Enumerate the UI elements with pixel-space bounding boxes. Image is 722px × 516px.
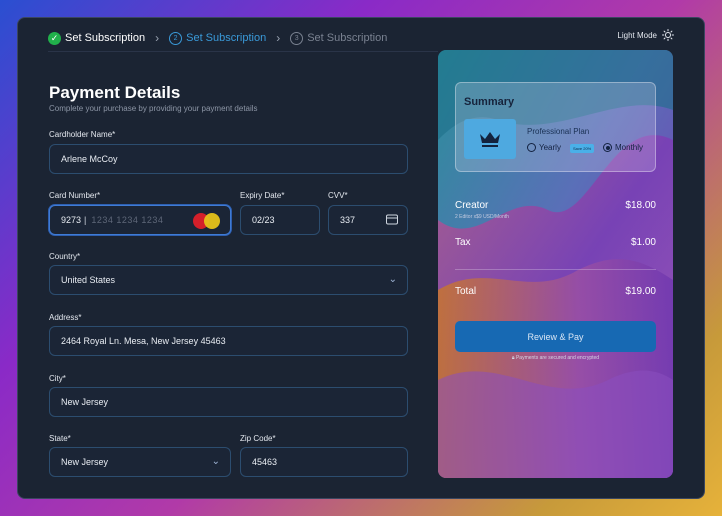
credit-card-icon bbox=[386, 214, 398, 225]
step-3-number: 3 bbox=[290, 31, 304, 45]
step-1-label: Set Subscription bbox=[65, 32, 146, 44]
city-label: City* bbox=[49, 374, 66, 383]
monthly-option[interactable]: Monthly bbox=[603, 143, 643, 152]
cardholder-input[interactable]: Arlene McCoy bbox=[49, 144, 408, 174]
chevron-right-icon: › bbox=[155, 31, 160, 45]
summary-title: Summary bbox=[464, 96, 515, 108]
checkout-window: ✓ Set Subscription › 2 Set Subscription … bbox=[17, 17, 705, 499]
tax-label: Tax bbox=[455, 237, 471, 248]
step-1[interactable]: ✓ Set Subscription bbox=[48, 31, 146, 45]
stepper: ✓ Set Subscription › 2 Set Subscription … bbox=[48, 27, 387, 49]
state-select[interactable]: New Jersey ⌄ bbox=[49, 447, 231, 477]
secure-note: 🔒︎ Payments are secured and encrypted bbox=[438, 355, 673, 361]
zip-label: Zip Code* bbox=[240, 434, 276, 443]
step-2-label: Set Subscription bbox=[186, 32, 267, 44]
card-number-input[interactable]: 9273 | 1234 1234 1234 bbox=[49, 205, 231, 235]
secure-note-text: Payments are secured and encrypted bbox=[515, 355, 600, 361]
cardholder-label: Cardholder Name* bbox=[49, 130, 116, 139]
step-2-number: 2 bbox=[169, 31, 183, 45]
step-3-label: Set Subscription bbox=[307, 32, 388, 44]
step-3[interactable]: 3 Set Subscription bbox=[290, 31, 388, 45]
summary-divider bbox=[455, 269, 656, 270]
state-label: State* bbox=[49, 434, 71, 443]
creator-label: Creator bbox=[455, 200, 489, 211]
summary-card: Summary Professional Plan Yearly Save 20… bbox=[455, 82, 656, 172]
city-input[interactable]: New Jersey bbox=[49, 387, 408, 417]
tax-price: $1.00 bbox=[630, 237, 656, 248]
address-input[interactable]: 2464 Royal Ln. Mesa, New Jersey 45463 bbox=[49, 326, 408, 356]
yearly-option[interactable]: Yearly bbox=[527, 143, 561, 152]
crown-icon bbox=[464, 119, 516, 159]
plan-name: Professional Plan bbox=[527, 127, 590, 136]
text-caret: | bbox=[84, 215, 87, 225]
zip-value: 45463 bbox=[252, 457, 278, 467]
cardholder-value: Arlene McCoy bbox=[61, 154, 118, 164]
check-icon: ✓ bbox=[48, 31, 61, 45]
card-number-placeholder: 1234 1234 1234 bbox=[91, 215, 164, 225]
summary-panel: Summary Professional Plan Yearly Save 20… bbox=[438, 50, 673, 478]
review-pay-button[interactable]: Review & Pay bbox=[455, 321, 656, 352]
monthly-label: Monthly bbox=[615, 143, 644, 152]
sun-icon bbox=[662, 29, 674, 41]
yearly-label: Yearly bbox=[539, 143, 561, 152]
radio-monthly[interactable] bbox=[603, 143, 612, 152]
chevron-right-icon: › bbox=[276, 31, 281, 45]
mastercard-icon bbox=[193, 213, 221, 229]
country-label: Country* bbox=[49, 252, 81, 261]
city-value: New Jersey bbox=[61, 397, 109, 407]
card-number-label: Card Number* bbox=[49, 191, 101, 200]
light-mode-toggle[interactable]: Light Mode bbox=[617, 29, 674, 41]
total-price: $19.00 bbox=[625, 286, 656, 297]
address-value: 2464 Royal Ln. Mesa, New Jersey 45463 bbox=[61, 336, 226, 346]
address-label: Address* bbox=[49, 313, 82, 322]
state-value: New Jersey bbox=[61, 457, 109, 467]
card-number-value: 9273 bbox=[61, 215, 82, 225]
chevron-down-icon: ⌄ bbox=[211, 456, 220, 467]
country-select[interactable]: United States ⌄ bbox=[49, 265, 408, 295]
country-value: United States bbox=[61, 275, 116, 285]
creator-price: $18.00 bbox=[625, 200, 656, 211]
page-subtitle: Complete your purchase by providing your… bbox=[49, 104, 258, 113]
chevron-down-icon: ⌄ bbox=[388, 274, 397, 285]
step-2[interactable]: 2 Set Subscription bbox=[169, 31, 267, 45]
cvv-value: 337 bbox=[340, 215, 356, 225]
header-divider bbox=[48, 51, 438, 52]
radio-yearly[interactable] bbox=[527, 143, 536, 152]
expiry-label: Expiry Date* bbox=[240, 191, 285, 200]
expiry-input[interactable]: 02/23 bbox=[240, 205, 320, 235]
expiry-value: 02/23 bbox=[252, 215, 275, 225]
creator-detail: 2 Editor x$9 USD/Month bbox=[455, 214, 509, 220]
zip-input[interactable]: 45463 bbox=[240, 447, 408, 477]
light-mode-label: Light Mode bbox=[617, 30, 657, 40]
cvv-input[interactable]: 337 bbox=[328, 205, 408, 235]
save-badge: Save 20% bbox=[570, 144, 595, 153]
cvv-label: CVV* bbox=[328, 191, 348, 200]
page-title: Payment Details bbox=[49, 83, 181, 102]
total-label: Total bbox=[455, 286, 477, 297]
